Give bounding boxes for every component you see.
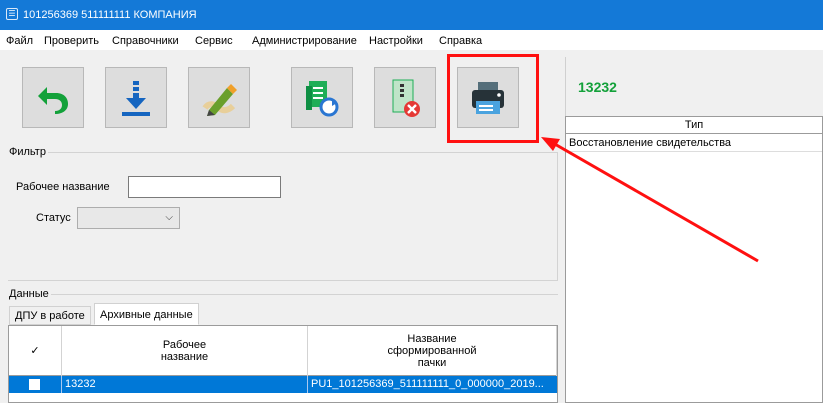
filter-group-border-bottom <box>8 280 558 281</box>
data-grid: ✓ Рабочее название Название сформированн… <box>8 325 558 403</box>
row-work-name: 13232 <box>62 376 308 393</box>
select-column-header[interactable]: ✓ <box>9 326 62 376</box>
chevron-down-icon: ⌵ <box>165 212 173 223</box>
details-code: 13232 <box>578 79 617 95</box>
download-button[interactable] <box>105 67 167 128</box>
type-column-header[interactable]: Тип <box>566 117 822 134</box>
pack-name-column-header[interactable]: Название сформированной пачки <box>308 326 557 376</box>
title-bar: ☰ 101256369 511111111 КОМПАНИЯ <box>0 0 823 30</box>
status-label: Статус <box>36 212 71 224</box>
work-name-input[interactable] <box>128 176 281 198</box>
printer-icon <box>472 81 504 114</box>
edit-pencil-icon <box>202 83 237 116</box>
filter-group-border-right <box>557 152 558 280</box>
status-select[interactable]: ⌵ <box>77 207 180 229</box>
grid-header: ✓ Рабочее название Название сформированн… <box>9 326 557 376</box>
menu-file[interactable]: Файл <box>6 35 33 47</box>
checkmark-icon: ✓ <box>30 345 40 357</box>
document-delete-button[interactable] <box>374 67 436 128</box>
tab-archive-data[interactable]: Архивные данные <box>94 303 199 325</box>
document-delete-icon <box>392 79 420 117</box>
menu-administration[interactable]: Администрирование <box>252 35 357 47</box>
menu-help[interactable]: Справка <box>439 35 482 47</box>
filter-group-border-top <box>8 152 558 153</box>
undo-button[interactable] <box>22 67 84 128</box>
row-checkbox[interactable] <box>29 379 40 390</box>
edit-button[interactable] <box>188 67 250 128</box>
menu-references[interactable]: Справочники <box>112 35 179 47</box>
data-group-label: Данные <box>7 288 51 300</box>
tab-dpu-in-work[interactable]: ДПУ в работе <box>9 306 91 325</box>
row-select-cell <box>9 376 62 393</box>
toolbar <box>8 57 558 142</box>
document-refresh-button[interactable] <box>291 67 353 128</box>
filter-group-label: Фильтр <box>7 146 48 158</box>
type-row[interactable]: Восстановление свидетельства <box>566 135 822 152</box>
table-row[interactable]: 13232 PU1_101256369_511111111_0_000000_2… <box>9 376 557 393</box>
row-pack-name: PU1_101256369_511111111_0_000000_2019... <box>311 378 544 390</box>
download-icon <box>122 80 150 116</box>
work-name-column-header[interactable]: Рабочее название <box>62 326 308 376</box>
menu-settings[interactable]: Настройки <box>369 35 423 47</box>
data-group-border-top <box>8 294 558 295</box>
document-refresh-icon <box>306 80 339 116</box>
menu-service[interactable]: Сервис <box>195 35 233 47</box>
print-button[interactable] <box>457 67 519 128</box>
menu-check[interactable]: Проверить <box>44 35 99 47</box>
undo-icon <box>38 86 68 114</box>
work-name-label: Рабочее название <box>16 181 110 193</box>
window-title: 101256369 511111111 КОМПАНИЯ <box>23 9 197 21</box>
data-tabs: ДПУ в работе Архивные данные <box>8 303 558 325</box>
menu-bar: Файл Проверить Справочники Сервис Админи… <box>0 30 823 50</box>
type-table: Тип Восстановление свидетельства <box>565 116 823 403</box>
app-window-icon[interactable]: ☰ <box>6 8 18 20</box>
